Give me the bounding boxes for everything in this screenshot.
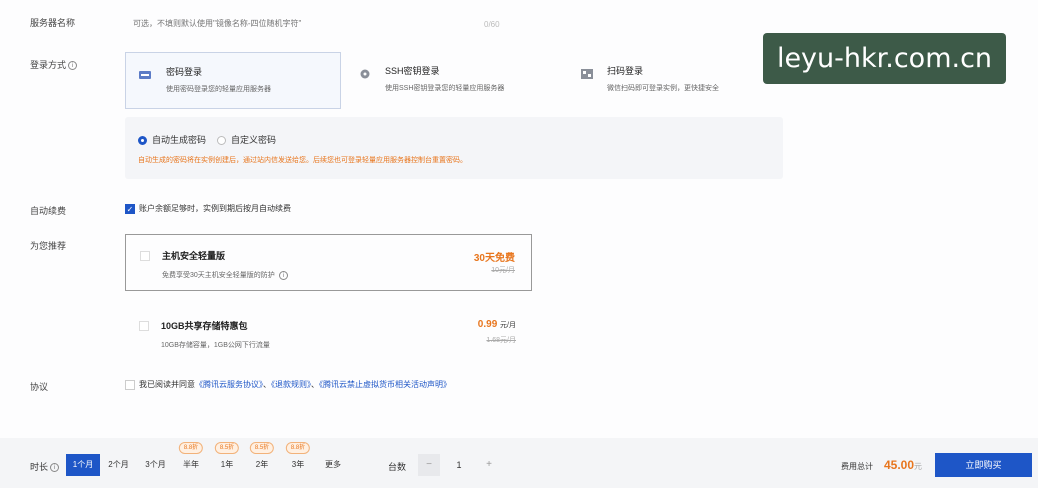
recommend-checkbox[interactable] xyxy=(140,251,150,261)
qrcode-icon xyxy=(581,69,593,79)
recommend-price-unit: 元/月 xyxy=(500,322,516,329)
total-currency: 元 xyxy=(914,462,923,471)
recommend-old-price: 10元/月 xyxy=(491,267,515,274)
recommend-item-storage[interactable]: 10GB共享存储特惠包 10GB存储容量，1GB公网下行流量 0.99 元/月 … xyxy=(125,305,532,362)
recommend-old-price: 1.68元/月 xyxy=(486,337,516,344)
recommend-label: 为您推荐 xyxy=(30,241,67,251)
purchase-footer: 时长 i 1个月 2个月 3个月 8.8折半年 8.5折 1年 8.5折 2年 8.8… xyxy=(0,438,1038,488)
quantity-plus-button[interactable]: + xyxy=(478,454,500,476)
duration-1-year[interactable]: 8.5折 1年 xyxy=(210,442,244,476)
discount-badge: 8.5折 xyxy=(249,442,275,454)
agreement-label: 协议 xyxy=(30,382,49,392)
duration-3-months[interactable]: 3个月 xyxy=(137,454,174,476)
total-price-value: 45.00 xyxy=(884,458,915,472)
buy-now-button[interactable]: 立即购买 xyxy=(935,453,1032,477)
auto-renew-text: 账户余额足够时，实例到期后按月自动续费 xyxy=(139,204,291,213)
duration-option-label: 2个月 xyxy=(108,460,129,469)
quantity-input[interactable]: 1 xyxy=(440,454,478,476)
duration-label: 时长 i xyxy=(30,460,60,473)
duration-3-years[interactable]: 8.8折 3年 xyxy=(281,442,315,476)
duration-half-year[interactable]: 8.8折半年 xyxy=(174,442,208,476)
info-icon[interactable]: i xyxy=(50,463,60,473)
login-method-label: 登录方式 i xyxy=(30,58,78,71)
recommend-checkbox[interactable] xyxy=(139,321,149,331)
agreement-row: 我已阅读并同意《腾讯云服务协议》、《退款规则》、《腾讯云禁止虚拟货币相关活动声明… xyxy=(125,379,451,390)
recommend-price: 30天免费 xyxy=(473,253,515,264)
password-note: 自动生成的密码将在实例创建后，通过站内信发送给您。后续您也可登录轻量应用服务器控… xyxy=(138,157,467,164)
recommend-price: 0.99 元/月 xyxy=(478,319,516,330)
radio-label: 自动生成密码 xyxy=(152,135,207,145)
agreement-separator: 、 xyxy=(311,380,319,389)
login-card-ssh[interactable]: SSH密钥登录 使用SSH密钥登录您的轻量应用服务器 xyxy=(345,52,561,109)
quantity-label: 台数 xyxy=(388,462,407,472)
duration-more[interactable]: 更多 xyxy=(316,454,350,476)
agreement-separator: 、 xyxy=(263,380,271,389)
recommend-item-host-security[interactable]: 主机安全轻量版 免费享受30天主机安全轻量版的防护 i 30天免费 10元/月 xyxy=(125,234,532,291)
password-icon xyxy=(139,71,151,79)
login-card-password[interactable]: 密码登录 使用密码登录您的轻量应用服务器 xyxy=(125,52,341,109)
checkmark-icon: ✓ xyxy=(125,203,135,214)
login-card-desc: 使用密码登录您的轻量应用服务器 xyxy=(166,86,271,93)
recommend-desc: 10GB存储容量，1GB公网下行流量 xyxy=(161,342,270,349)
discount-badge: 8.5折 xyxy=(214,442,240,454)
login-card-desc: 使用SSH密钥登录您的轻量应用服务器 xyxy=(385,85,505,92)
radio-checked-icon xyxy=(138,136,147,146)
duration-1-month[interactable]: 1个月 xyxy=(66,454,100,476)
login-card-qrcode[interactable]: 扫码登录 微信扫码即可登录实例，更快捷安全 xyxy=(567,52,783,109)
radio-label: 自定义密码 xyxy=(231,135,277,145)
radio-unchecked-icon xyxy=(217,136,226,146)
duration-label-text: 时长 xyxy=(30,462,49,472)
purchase-form: 服务器名称 0/60 登录方式i 密码登录 使用密码登录您的轻量应用服务器 SS… xyxy=(0,0,1038,438)
recommend-price-value: 0.99 xyxy=(477,319,498,330)
login-card-title: 扫码登录 xyxy=(607,66,644,76)
server-name-input[interactable] xyxy=(125,12,511,36)
login-card-desc: 微信扫码即可登录实例，更快捷安全 xyxy=(607,85,719,92)
quantity-minus-button[interactable]: − xyxy=(418,454,440,476)
key-icon xyxy=(360,69,370,79)
duration-option-label: 半年 xyxy=(183,460,199,469)
info-icon[interactable]: i xyxy=(68,61,78,71)
recommend-desc-text: 免费享受30天主机安全轻量版的防护 xyxy=(162,272,275,279)
login-card-title: 密码登录 xyxy=(166,67,203,77)
quantity-stepper: − 1 + xyxy=(418,454,500,476)
server-name-label: 服务器名称 xyxy=(30,18,76,28)
server-name-counter: 0/60 xyxy=(484,20,500,29)
total-label: 费用总计 xyxy=(841,462,873,471)
duration-option-label: 1个月 xyxy=(72,460,94,469)
duration-option-label: 更多 xyxy=(325,460,341,469)
auto-renew-label: 自动续费 xyxy=(30,206,67,216)
duration-2-months[interactable]: 2个月 xyxy=(100,454,137,476)
password-options-panel: 自动生成密码 自定义密码 自动生成的密码将在实例创建后，通过站内信发送给您。后续… xyxy=(125,117,783,179)
duration-2-years[interactable]: 8.5折 2年 xyxy=(245,442,279,476)
total-price: 45.00元 xyxy=(884,458,922,472)
duration-option-label: 3个月 xyxy=(145,460,166,469)
recommend-desc: 免费享受30天主机安全轻量版的防护 i xyxy=(162,270,531,280)
discount-badge: 8.8折 xyxy=(178,442,204,454)
discount-badge: 8.8折 xyxy=(285,442,311,454)
link-refund-rules[interactable]: 《退款规则》 xyxy=(271,380,311,389)
duration-option-label: 2年 xyxy=(255,460,269,469)
agreement-prefix: 我已阅读并同意 xyxy=(139,380,195,389)
radio-custom-password[interactable]: 自定义密码 xyxy=(217,133,276,146)
duration-option-label: 3年 xyxy=(291,460,305,469)
recommend-title: 10GB共享存储特惠包 xyxy=(161,321,248,331)
login-card-title: SSH密钥登录 xyxy=(385,66,440,76)
link-crypto-statement[interactable]: 《腾讯云禁止虚拟货币相关活动声明》 xyxy=(319,380,451,389)
duration-option-label: 1年 xyxy=(220,460,234,469)
watermark: leyu-hkr.com.cn xyxy=(763,33,1006,84)
agreement-checkbox[interactable] xyxy=(125,379,135,390)
info-icon[interactable]: i xyxy=(278,270,288,280)
radio-auto-password[interactable]: 自动生成密码 xyxy=(138,133,206,146)
auto-renew-checkbox[interactable]: ✓ 账户余额足够时，实例到期后按月自动续费 xyxy=(125,203,291,214)
link-service-agreement[interactable]: 《腾讯云服务协议》 xyxy=(195,380,263,389)
login-method-text: 登录方式 xyxy=(30,60,67,70)
